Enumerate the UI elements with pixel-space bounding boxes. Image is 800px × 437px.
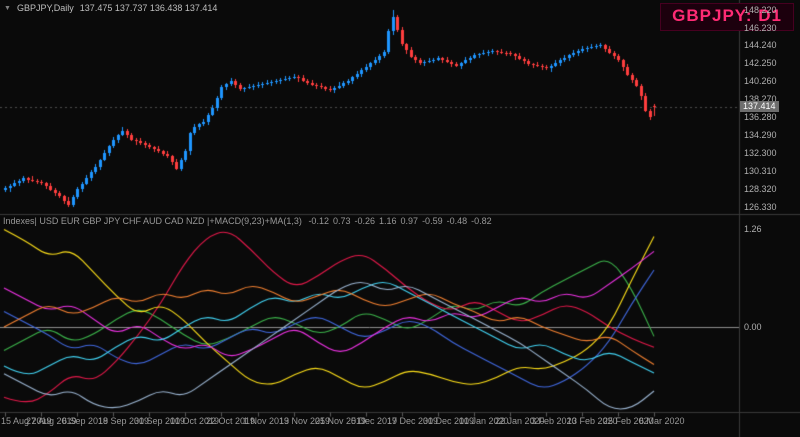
chart-ohlc-header: ▼ GBPJPY,Daily 137.475 137.737 136.438 1… xyxy=(4,3,217,13)
price-tick-label: 136.280 xyxy=(744,112,777,122)
symbol-period-label: GBPJPY,Daily xyxy=(16,3,74,13)
price-tick-label: 134.290 xyxy=(744,130,777,140)
indicator-label: Indexes| USD EUR GBP JPY CHF AUD CAD NZD… xyxy=(3,216,492,226)
indicator-current-value: -0.59 xyxy=(422,216,443,226)
price-tick-label: 132.300 xyxy=(744,148,777,158)
time-axis[interactable]: 15 Aug 2019 27 Aug 2019 6 Sep 2019 18 Sep 2… xyxy=(0,414,738,437)
indicator-current-value: 0.97 xyxy=(400,216,419,226)
price-tick-label: 144.240 xyxy=(744,40,777,50)
price-tick-label: 142.250 xyxy=(744,58,777,68)
indicator-current-value: -0.48 xyxy=(446,216,468,226)
indicator-name: Indexes| USD EUR GBP JPY CHF AUD CAD NZD… xyxy=(3,216,302,226)
price-tick-label: 130.310 xyxy=(744,166,777,176)
indicator-current-value: -0.26 xyxy=(354,216,375,226)
date-tick-label: 6 Mar 2020 xyxy=(639,416,685,426)
indicator-current-value: 0.73 xyxy=(332,216,351,226)
indicator-current-value: -0.12 xyxy=(308,216,329,226)
indicator-tick-label: 0.00 xyxy=(744,322,762,332)
current-price-badge: 137.414 xyxy=(740,101,779,112)
indicator-current-value: 1.16 xyxy=(379,216,397,226)
chart-window: ▼ GBPJPY,Daily 137.475 137.737 136.438 1… xyxy=(0,0,800,437)
ohlc-values: 137.475 137.737 136.438 137.414 xyxy=(79,3,218,13)
indicator-tick-label: 1.26 xyxy=(744,224,762,234)
price-axis[interactable]: 148.220 146.230 144.240 142.250 140.260 138.2… xyxy=(739,0,800,437)
symbol-icon: ▼ xyxy=(4,4,11,12)
price-tick-label: 146.230 xyxy=(744,23,777,33)
price-tick-label: 140.260 xyxy=(744,76,777,86)
price-tick-label: 148.220 xyxy=(744,5,777,15)
indicator-current-value: -0.82 xyxy=(471,216,492,226)
price-tick-label: 126.330 xyxy=(744,202,777,212)
price-tick-label: 128.320 xyxy=(744,184,777,194)
